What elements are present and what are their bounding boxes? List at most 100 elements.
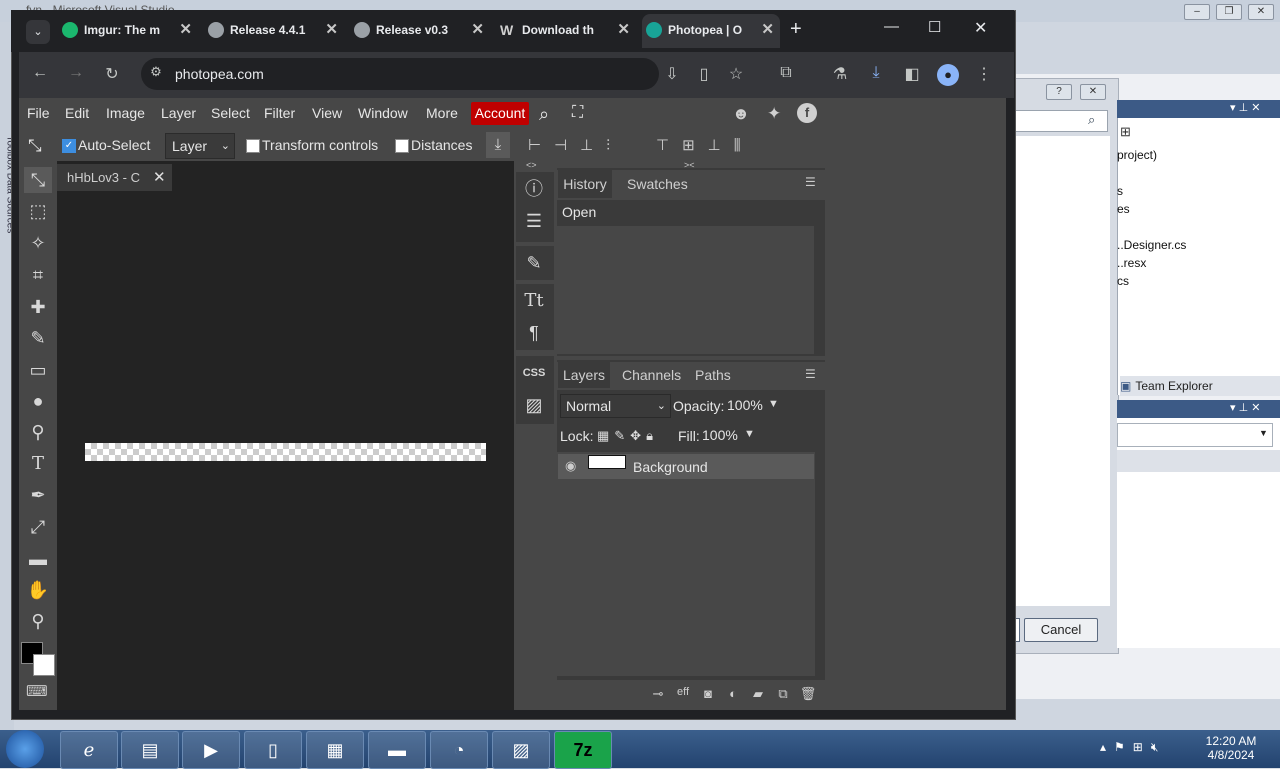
blur-tool-icon[interactable]: ●	[24, 388, 52, 414]
tab-swatches[interactable]: Swatches	[627, 176, 688, 192]
tab-channels[interactable]: Channels	[622, 367, 681, 383]
menu-filter[interactable]: Filter	[264, 105, 295, 121]
info-icon[interactable]: ⓘ	[516, 174, 552, 204]
menu-view[interactable]: View	[312, 105, 342, 121]
tray-icons[interactable]: ▴⚑⊞🔇︎	[1100, 740, 1166, 755]
minimize-icon[interactable]: —	[884, 18, 899, 35]
reload-icon[interactable]: ↻	[100, 64, 124, 84]
properties-icon[interactable]: ⊞	[1120, 124, 1131, 140]
collapse-arrows-icon[interactable]: <>	[526, 160, 537, 170]
internet-explorer-icon[interactable]: ℯ	[60, 731, 118, 769]
image-canvas[interactable]	[85, 443, 486, 461]
tab-photopea[interactable]: Photopea | O ✕	[642, 14, 780, 48]
menu-file[interactable]: File	[27, 105, 50, 121]
dodge-tool-icon[interactable]: ⚲	[24, 419, 52, 445]
side-panel-icon[interactable]: ◧	[900, 64, 924, 84]
maximize-icon[interactable]: ☐	[928, 18, 941, 36]
path-select-tool-icon[interactable]: ⤢	[24, 514, 52, 540]
zoom-tool-icon[interactable]: ⚲	[24, 608, 52, 634]
start-button[interactable]	[6, 730, 44, 768]
tab-layers[interactable]: Layers	[558, 362, 610, 388]
labs-flask-icon[interactable]: ⚗	[828, 64, 852, 84]
media-player-icon[interactable]: ▶	[182, 731, 240, 769]
menu-image[interactable]: Image	[106, 105, 145, 121]
url-text[interactable]: photopea.com	[175, 66, 264, 82]
eye-icon[interactable]: ◉	[565, 458, 576, 474]
pin-icon[interactable]: ▾ ⊥ ✕	[1230, 101, 1260, 114]
search-icon[interactable]: ⌕	[539, 104, 549, 125]
css-icon[interactable]: CSS	[516, 358, 552, 388]
extensions-icon[interactable]: ⧉	[774, 64, 798, 82]
solution-item[interactable]: ..resx	[1117, 256, 1146, 270]
document-tab[interactable]: hHbLov3 - C ✕	[57, 164, 172, 191]
back-icon[interactable]: ←	[28, 64, 52, 82]
opacity-input[interactable]: 100%	[725, 394, 765, 416]
new-tab-icon[interactable]: +	[790, 18, 802, 41]
solution-item[interactable]: ..Designer.cs	[1117, 238, 1186, 252]
magic-wand-tool-icon[interactable]: ✧	[24, 230, 52, 256]
menu-more[interactable]: More	[426, 105, 458, 121]
cancel-button[interactable]: Cancel	[1024, 618, 1098, 642]
edge-icon[interactable]: ◔	[430, 731, 488, 769]
vs-restore-button[interactable]: ❐	[1216, 4, 1242, 20]
adjustments-icon[interactable]: ☰	[516, 206, 552, 236]
search-icon[interactable]: ⌕	[1088, 112, 1095, 128]
solution-item[interactable]: project)	[1117, 148, 1157, 162]
photo-viewer-icon[interactable]: ▨	[492, 731, 550, 769]
paragraph-icon[interactable]: ¶	[516, 318, 552, 348]
adjustment-layer-icon[interactable]: ◐	[724, 686, 742, 701]
menu-edit[interactable]: Edit	[65, 105, 89, 121]
properties-combo[interactable]	[1117, 423, 1273, 447]
tab-imgur[interactable]: Imgur: The m ✕	[58, 14, 198, 48]
menu-kebab-icon[interactable]: ⋮	[972, 64, 996, 84]
7zip-icon[interactable]: 7z	[554, 731, 612, 769]
twitter-icon[interactable]: ✦	[767, 104, 781, 124]
page-icon[interactable]: ▯	[692, 64, 716, 84]
crop-tool-icon[interactable]: ⌗	[24, 262, 52, 288]
close-icon[interactable]: ✕	[617, 20, 630, 38]
fill-input[interactable]: 100%	[700, 424, 740, 446]
vs-close-button[interactable]: ✕	[1248, 4, 1274, 20]
control-panel-icon[interactable]: ▦	[306, 731, 364, 769]
tab-download[interactable]: W Download th ✕	[496, 14, 636, 48]
distances-checkbox[interactable]	[395, 139, 409, 153]
brush-settings-icon[interactable]: ✎	[516, 248, 552, 278]
panel-menu-icon[interactable]: ☰	[805, 367, 816, 381]
close-icon[interactable]: ✕	[761, 20, 774, 38]
gradient-tool-icon[interactable]: ▭	[24, 357, 52, 383]
close-icon[interactable]: ✕	[153, 168, 166, 186]
file-explorer-icon[interactable]: ▤	[121, 731, 179, 769]
close-icon[interactable]: ✕	[325, 20, 338, 38]
tab-release-1[interactable]: Release 4.4.1 ✕	[204, 14, 344, 48]
shape-tool-icon[interactable]: ▬	[24, 546, 52, 572]
canvas-area[interactable]	[57, 161, 514, 710]
window-close-icon[interactable]: ✕	[974, 18, 987, 38]
background-color-swatch[interactable]	[33, 654, 55, 676]
hand-tool-icon[interactable]: ✋	[24, 577, 52, 603]
taskbar-clock[interactable]: 12:20 AM 4/8/2024	[1196, 734, 1266, 762]
character-icon[interactable]: Tt	[516, 286, 552, 316]
install-app-icon[interactable]: ⇩	[660, 64, 684, 84]
trash-icon[interactable]: 🗑︎	[799, 686, 817, 702]
profile-avatar-icon[interactable]: ●	[937, 64, 959, 86]
new-layer-icon[interactable]: ⧉	[774, 686, 792, 702]
notepad-icon[interactable]: ▯	[244, 731, 302, 769]
dialog-help-button[interactable]: ?	[1046, 84, 1072, 100]
link-icon[interactable]: ⊸	[649, 686, 667, 702]
keyboard-icon[interactable]: ⌨	[26, 682, 48, 700]
solution-item[interactable]: s	[1117, 184, 1123, 198]
account-button[interactable]: Account	[471, 102, 529, 125]
opacity-dropdown-icon[interactable]: ▼	[768, 398, 779, 410]
align-icons[interactable]: ⊢⊣⊥⫶	[528, 136, 623, 154]
dialog-close-button[interactable]: ✕	[1080, 84, 1106, 100]
healing-tool-icon[interactable]: ✚	[24, 294, 52, 320]
solution-item[interactable]: cs	[1117, 274, 1129, 288]
solution-item[interactable]: es	[1117, 202, 1130, 216]
tab-release-2[interactable]: Release v0.3 ✕	[350, 14, 490, 48]
mask-icon[interactable]: ◙	[699, 686, 717, 701]
forward-icon[interactable]: →	[64, 64, 88, 82]
transform-controls-checkbox[interactable]	[246, 139, 260, 153]
layer-row[interactable]: ◉ Background	[558, 454, 814, 479]
bookmark-star-icon[interactable]: ☆	[724, 64, 748, 84]
auto-select-checkbox[interactable]: ✓	[62, 139, 76, 153]
